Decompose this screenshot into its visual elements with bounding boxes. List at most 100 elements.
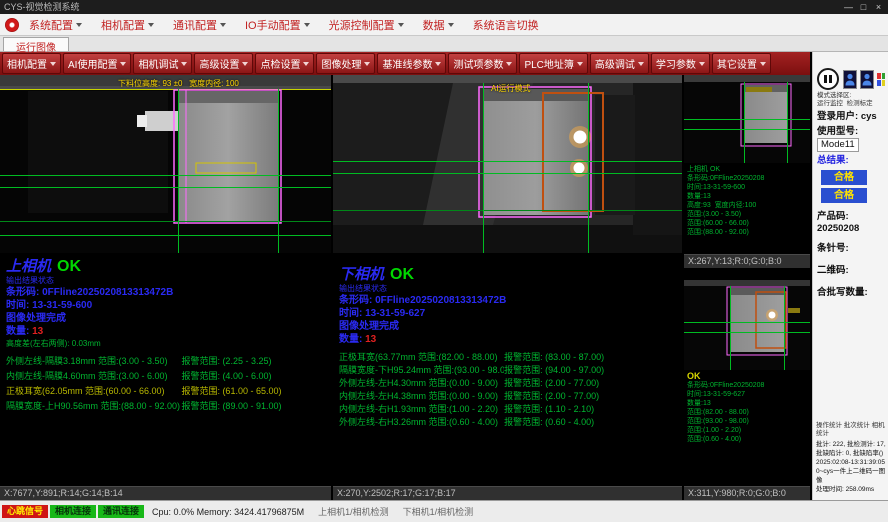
- menu-item-system-config[interactable]: 系统配置: [29, 17, 82, 33]
- toolbar-button-image-processing[interactable]: 图像处理: [316, 53, 375, 74]
- alarm-range-text: 报警范围: (2.00 - 77.00): [504, 390, 599, 403]
- pause-button[interactable]: [817, 68, 839, 90]
- menu-item-camera-config[interactable]: 相机配置: [101, 17, 154, 33]
- toolbar-button-ai-usage-config[interactable]: AI使用配置: [63, 53, 131, 74]
- toolbar-button-other-settings[interactable]: 其它设置: [712, 53, 771, 74]
- preview-top: 上相机 OK 条形码:0FFline20250208 时间:13-31-59-6…: [684, 75, 810, 268]
- tab-bar: 运行图像: [0, 36, 888, 52]
- menubar: 系统配置 相机配置 通讯配置 IO手动配置 光源控制配置 数据 系统语言切换: [0, 14, 888, 36]
- minimize-button[interactable]: —: [841, 0, 856, 14]
- dropdown-arrow-icon: [699, 62, 705, 66]
- preview-log-line: 条形码:0FFline20250208: [687, 381, 807, 390]
- camera-title: 下相机OK: [339, 265, 676, 284]
- model-value[interactable]: Mode11: [817, 138, 859, 152]
- menu-item-io-manual-config[interactable]: IO手动配置: [245, 17, 310, 33]
- menu-item-comm-config[interactable]: 通讯配置: [173, 17, 226, 33]
- alarm-range-text: 报警范围: (0.60 - 4.00): [504, 416, 594, 429]
- measurement-text: 外侧左线-左H4.30mm 范围:(0.00 - 9.00): [339, 377, 504, 390]
- alarm-range-text: 报警范围: (4.00 - 6.00): [181, 369, 271, 384]
- overlay-label: AI运行模式: [491, 83, 531, 94]
- needle-label: 条针号:: [817, 243, 885, 255]
- color-grid-icon[interactable]: [877, 73, 885, 86]
- control-icons: [817, 68, 885, 90]
- product-value: 20250208: [817, 223, 885, 235]
- measurement-row: 隔膜宽度-上H90.56mm 范围:(88.00 - 92.00)报警范围: (…: [6, 399, 325, 414]
- measurement-text: 隔膜宽度-下H95.24mm 范围:(93.00 - 98.00): [339, 364, 504, 377]
- measurement-text: 外侧左线-隔膜3.18mm 范围:(3.00 - 3.50): [6, 354, 181, 369]
- preview-bottom-image[interactable]: [684, 280, 810, 370]
- lower-camera-view: AI运行模式 下相机OK 输出结果状态 条形码: 0FFline20250208…: [333, 75, 682, 500]
- measurement-row: 隔膜宽度-下H95.24mm 范围:(93.00 - 98.00)报警范围: (…: [339, 364, 676, 377]
- preview-log-line: 数量:13: [687, 399, 807, 408]
- pass-badge: 合格: [821, 170, 867, 185]
- maximize-button[interactable]: □: [856, 0, 871, 14]
- coordinate-bar: X:270,Y:2502;R:17;G:17;B:17: [333, 486, 682, 500]
- toolbar-button-plc-address-book[interactable]: PLC地址簿: [519, 53, 587, 74]
- dropdown-arrow-icon: [148, 23, 154, 27]
- alarm-range-text: 报警范围: (61.00 - 65.00): [181, 384, 281, 399]
- menu-item-light-control-config[interactable]: 光源控制配置: [329, 17, 404, 33]
- batch-label: 合批写数量:: [817, 287, 885, 299]
- toolbar-button-advanced-debug[interactable]: 高级调试: [590, 53, 649, 74]
- measurement-row: 正极耳宽(62.05mm 范围:(60.00 - 66.00)报警范围: (61…: [6, 384, 325, 399]
- tab-run-image[interactable]: 运行图像: [3, 37, 69, 51]
- count-text: 数量: 13: [6, 325, 325, 338]
- toolbar-button-learning-params[interactable]: 学习参数: [651, 53, 710, 74]
- preview-log-line: 范围:(93.00 - 98.00): [687, 417, 807, 426]
- lower-camera-readout: 下相机OK 输出结果状态 条形码: 0FFline202502081331347…: [333, 253, 682, 429]
- upper-camera-image[interactable]: 下料位高度: 93 ±0 宽度内径: 100: [0, 75, 331, 253]
- camera-subtitle: 输出结果状态: [339, 284, 676, 294]
- preview-bottom-log: OK 条形码:0FFline20250208 时间:13-31-59-627 数…: [684, 370, 810, 446]
- lower-camera-image[interactable]: AI运行模式: [333, 75, 682, 253]
- alarm-range-text: 报警范围: (2.25 - 3.25): [181, 354, 271, 369]
- measurement-row: 外侧左线-左H4.30mm 范围:(0.00 - 9.00)报警范围: (2.0…: [339, 377, 676, 390]
- toolbar-button-advanced-settings[interactable]: 高级设置: [194, 53, 253, 74]
- menu-item-data[interactable]: 数据: [423, 17, 454, 33]
- lower-camera-status-text: 下相机1/相机检测: [403, 505, 474, 518]
- alarm-range-text: 报警范围: (2.00 - 77.00): [504, 377, 599, 390]
- close-button[interactable]: ×: [871, 0, 886, 14]
- preview-log-line: 范围:(3.00 - 3.50): [687, 210, 807, 219]
- measurement-row: 外侧左线-隔膜3.18mm 范围:(3.00 - 3.50)报警范围: (2.2…: [6, 354, 325, 369]
- toolbar-button-test-item-params[interactable]: 测试项参数: [448, 53, 517, 74]
- dropdown-arrow-icon: [304, 23, 310, 27]
- preview-log-line: 范围:(82.00 - 88.00): [687, 408, 807, 417]
- overlay-label: 下料位高度: 93 ±0 宽度内径: 100: [118, 78, 239, 89]
- dropdown-arrow-icon: [398, 23, 404, 27]
- count-text: 数量: 13: [339, 333, 676, 346]
- menu-item-language-switch[interactable]: 系统语言切换: [473, 17, 539, 33]
- measurement-row: 外侧左线-右H3.26mm 范围:(0.60 - 4.00)报警范围: (0.6…: [339, 416, 676, 429]
- preview-top-image[interactable]: [684, 75, 810, 163]
- toolbar-button-baseline-params[interactable]: 基准线参数: [377, 53, 446, 74]
- preview-log-line: 上相机 OK: [687, 165, 807, 174]
- alarm-range-text: 报警范围: (94.00 - 97.00): [504, 364, 604, 377]
- measurement-row: 内侧左线-左H4.38mm 范围:(0.00 - 9.00)报警范围: (2.0…: [339, 390, 676, 403]
- app-title: CYS-视觉检测系统: [4, 2, 80, 12]
- camera-thumbnail-button[interactable]: [843, 70, 857, 89]
- ok-status: OK: [57, 258, 81, 275]
- preview-log-line: 时间:13-31-59-627: [687, 390, 807, 399]
- person-icon: [845, 73, 855, 86]
- person-icon: [862, 73, 872, 86]
- login-value: cys: [861, 111, 877, 122]
- dropdown-arrow-icon: [506, 62, 512, 66]
- toolbar-button-camera-debug[interactable]: 相机调试: [133, 53, 192, 74]
- preview-log-line: OK: [687, 372, 807, 381]
- info-panel: 模式选择区: 运行监控 检测标定 登录用户: cys 使用型号: Mode11 …: [812, 52, 888, 500]
- model-label: 使用型号:: [817, 126, 858, 137]
- result-label: 总结果:: [817, 155, 885, 167]
- coordinate-bar: X:267,Y:13;R:0;G:0;B:0: [684, 254, 810, 268]
- dropdown-arrow-icon: [120, 62, 126, 66]
- camera-thumbnail-button[interactable]: [860, 70, 874, 89]
- toolbar-button-spot-check[interactable]: 点检设置: [255, 53, 314, 74]
- dropdown-arrow-icon: [435, 62, 441, 66]
- upper-camera-readout: 上相机OK 输出结果状态 条形码: 0FFline202502081331347…: [0, 253, 331, 414]
- stats-line: 2025:02:08-13:31:39:05: [816, 458, 886, 467]
- time-text: 时间: 13-31-59-627: [339, 307, 676, 320]
- alarm-range-text: 报警范围: (89.00 - 91.00): [181, 399, 281, 414]
- process-status: 图像处理完成: [339, 320, 676, 333]
- toolbar-button-camera-config[interactable]: 相机配置: [2, 53, 61, 74]
- measurement-row: 内侧左线-右H1.93mm 范围:(1.00 - 2.20)报警范围: (1.1…: [339, 403, 676, 416]
- camera-subtitle: 输出结果状态: [6, 276, 325, 286]
- login-label: 登录用户:: [817, 111, 858, 122]
